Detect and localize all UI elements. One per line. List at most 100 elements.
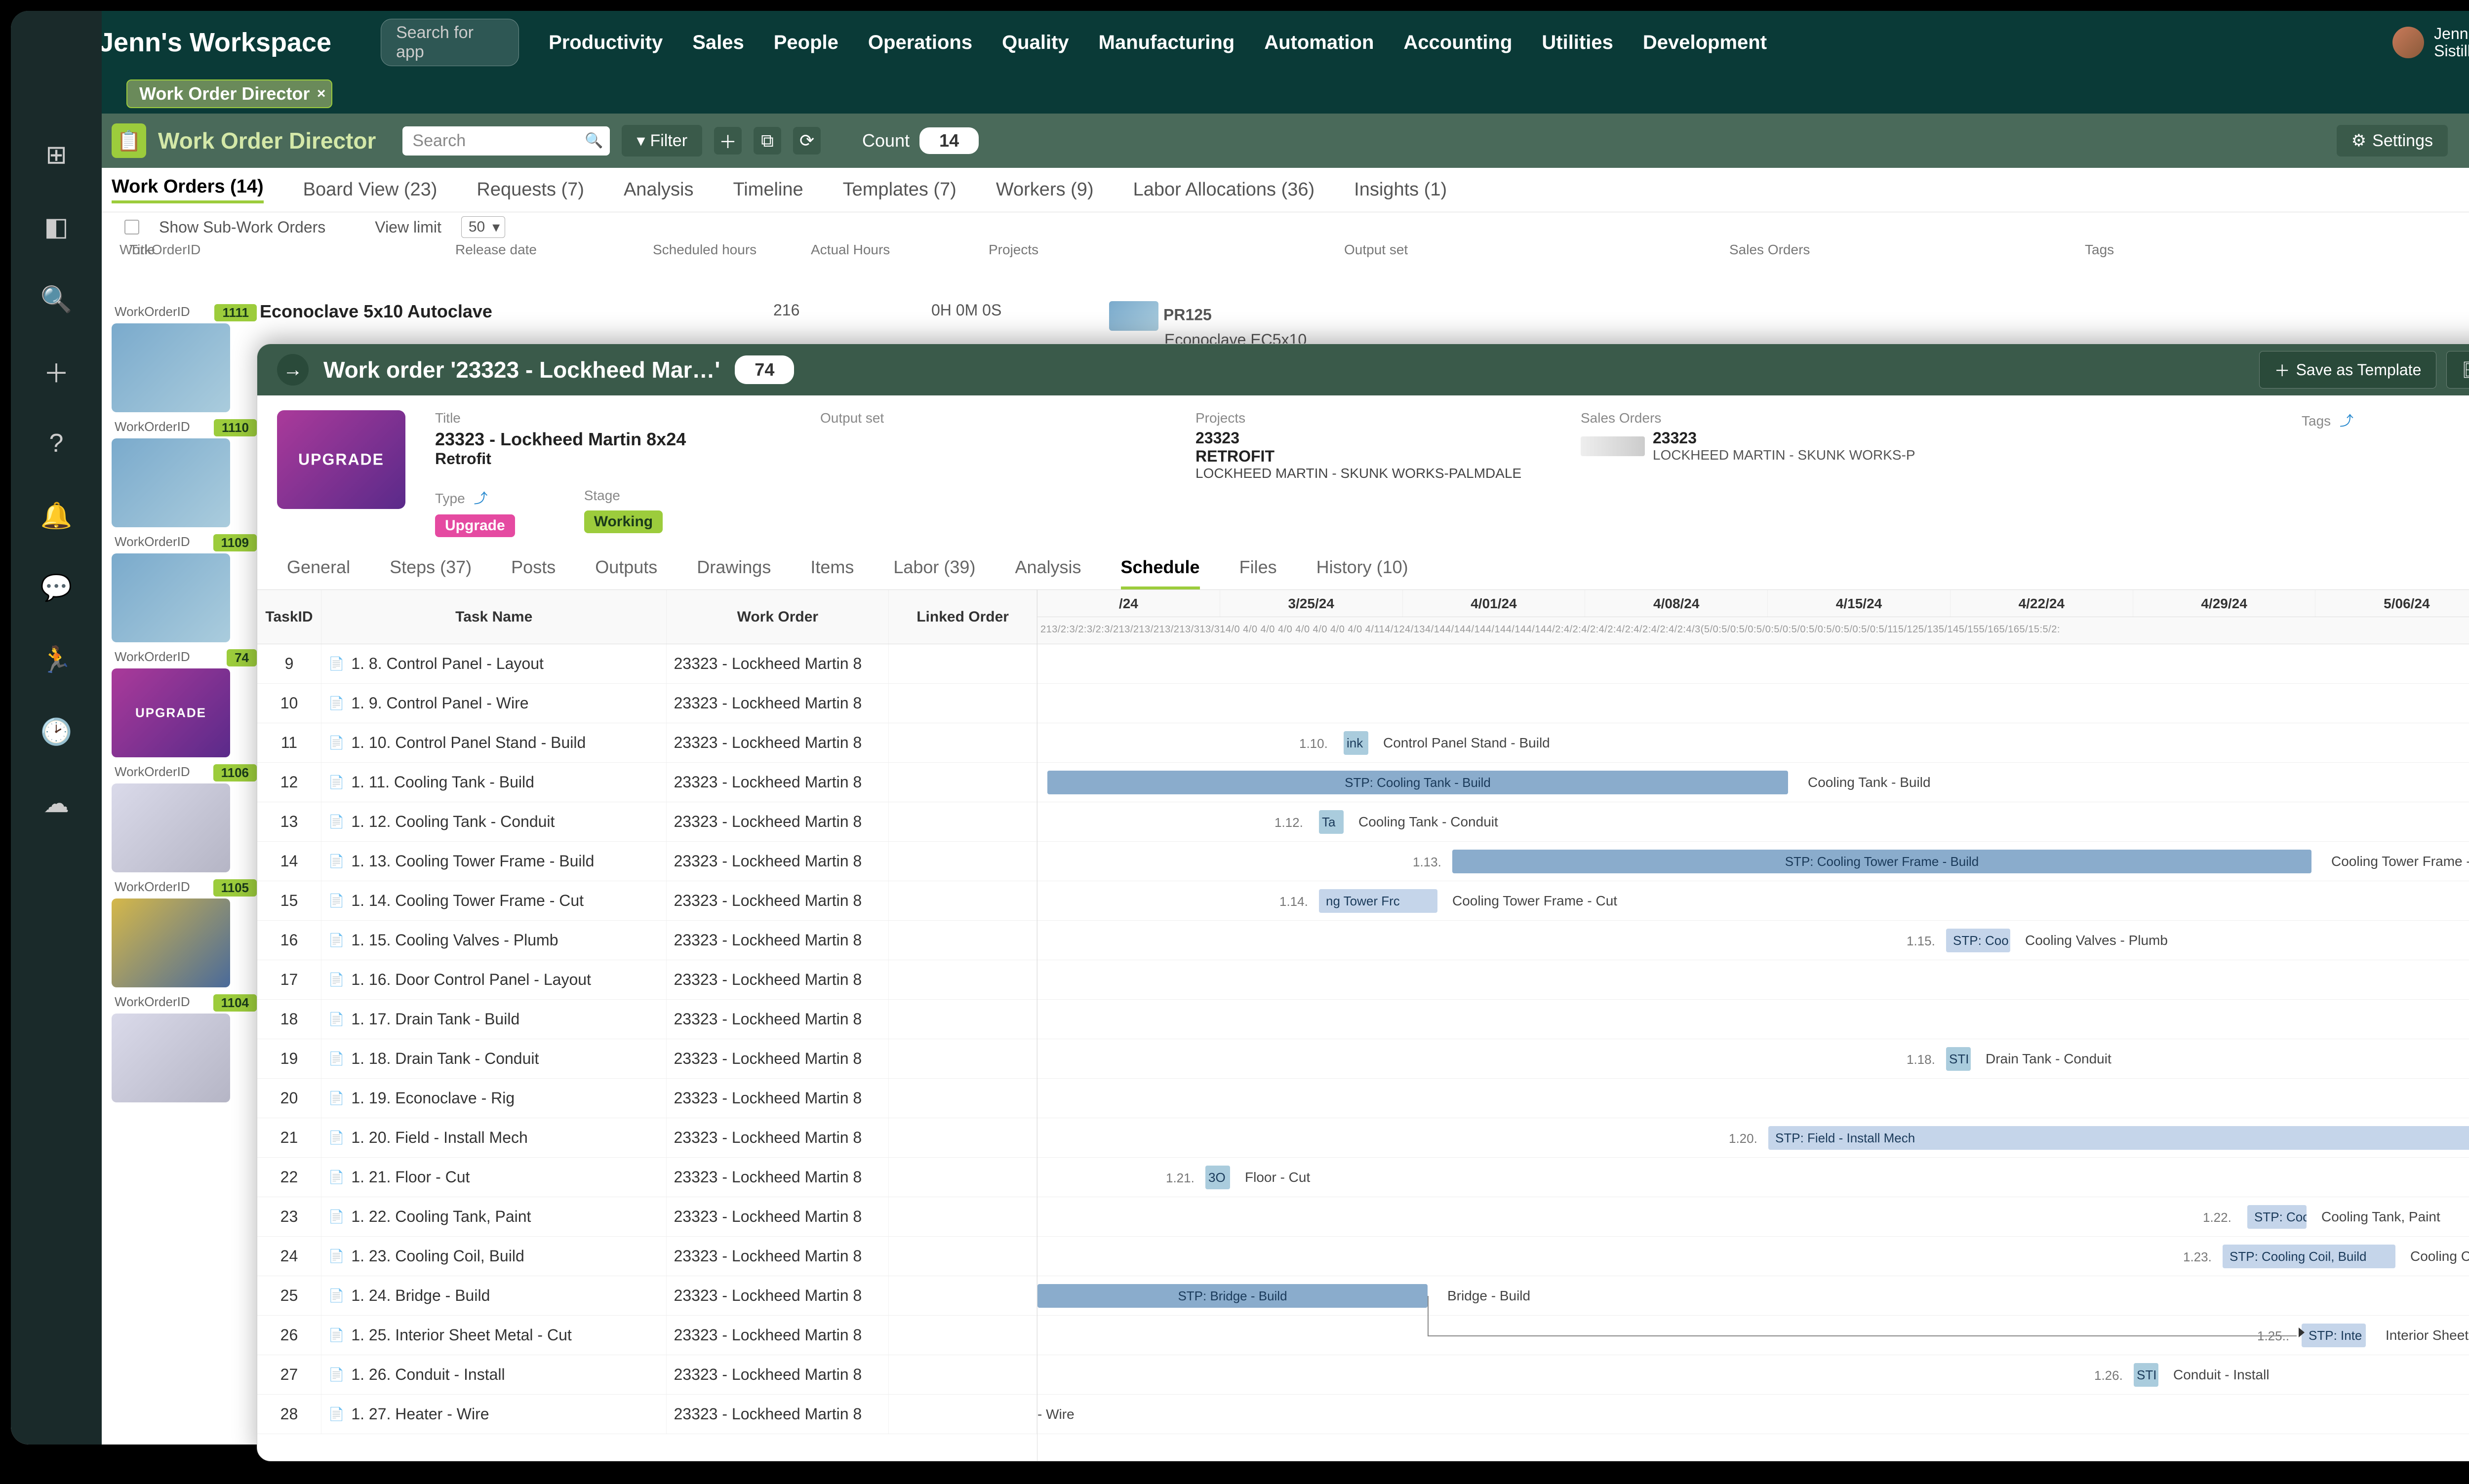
help-icon[interactable]: ? — [41, 429, 71, 458]
back-button[interactable]: → — [277, 354, 309, 386]
dir-tab[interactable]: Workers (9) — [996, 179, 1094, 200]
settings-button[interactable]: ⚙ Settings — [2337, 125, 2448, 156]
view-limit-select[interactable]: 50 — [461, 216, 505, 238]
copy-button[interactable]: ⧉ — [754, 127, 781, 155]
work-order-card[interactable]: WorkOrderID1106 — [112, 762, 260, 872]
save-as-template-button[interactable]: ＋ Save as Template — [2259, 351, 2437, 389]
detail-tab[interactable]: Outputs — [595, 557, 657, 589]
nav-operations[interactable]: Operations — [868, 32, 972, 54]
dashboard-icon[interactable]: ◧ — [41, 212, 71, 242]
gantt-task-row[interactable]: 25📄1. 24. Bridge - Build23323 - Lockheed… — [257, 1276, 1037, 1316]
tab-work-order-director[interactable]: Work Order Director× — [126, 79, 332, 108]
detail-tab[interactable]: Labor (39) — [893, 557, 975, 589]
user-menu[interactable]: Jennifer Sistilli — [2392, 25, 2469, 60]
nav-development[interactable]: Development — [1643, 32, 1767, 54]
detail-tab[interactable]: General — [287, 557, 350, 589]
nav-productivity[interactable]: Productivity — [549, 32, 663, 54]
search-icon[interactable]: 🔍 — [41, 284, 71, 314]
gantt-task-row[interactable]: 17📄1. 16. Door Control Panel - Layout233… — [257, 960, 1037, 1000]
gantt-task-row[interactable]: 14📄1. 13. Cooling Tower Frame - Build233… — [257, 842, 1037, 881]
gantt-task-row[interactable]: 12📄1. 11. Cooling Tank - Build23323 - Lo… — [257, 763, 1037, 802]
work-order-card[interactable]: WorkOrderID1104 — [112, 992, 260, 1102]
gantt-bar[interactable]: STP: Coc — [2247, 1205, 2307, 1229]
gantt-task-row[interactable]: 16📄1. 15. Cooling Valves - Plumb23323 - … — [257, 921, 1037, 960]
gantt-timeline[interactable]: /243/25/244/01/244/08/244/15/244/22/244/… — [1037, 590, 2469, 1461]
work-order-card[interactable]: WorkOrderID1105 — [112, 877, 260, 987]
gantt-bar[interactable]: STP: Cooling Tower Frame - Build — [1452, 850, 2311, 873]
gantt-task-row[interactable]: 26📄1. 25. Interior Sheet Metal - Cut2332… — [257, 1316, 1037, 1355]
gantt-task-row[interactable]: 15📄1. 14. Cooling Tower Frame - Cut23323… — [257, 881, 1037, 921]
gantt-task-row[interactable]: 18📄1. 17. Drain Tank - Build23323 - Lock… — [257, 1000, 1037, 1039]
first-wo-row[interactable]: Econoclave 5x10 Autoclave 216 0H 0M 0S P… — [260, 301, 2469, 351]
gantt-bar[interactable]: STI — [1946, 1047, 1971, 1071]
refresh-button[interactable]: ⟳ — [793, 127, 821, 155]
nav-accounting[interactable]: Accounting — [1403, 32, 1512, 54]
nav-quality[interactable]: Quality — [1002, 32, 1069, 54]
bell-icon[interactable]: 🔔 — [41, 501, 71, 530]
gantt-task-row[interactable]: 21📄1. 20. Field - Install Mech23323 - Lo… — [257, 1118, 1037, 1158]
gantt-task-row[interactable]: 23📄1. 22. Cooling Tank, Paint23323 - Loc… — [257, 1197, 1037, 1237]
detail-tab[interactable]: Items — [810, 557, 854, 589]
nav-manufacturing[interactable]: Manufacturing — [1099, 32, 1235, 54]
filter-button[interactable]: ▾ Filter — [622, 125, 702, 156]
archive-button[interactable]: 🗄 Archive — [2446, 351, 2469, 389]
plus-icon[interactable]: ＋ — [41, 356, 71, 386]
work-order-card[interactable]: WorkOrderID1111 — [112, 302, 260, 412]
run-icon[interactable]: 🏃 — [41, 645, 71, 674]
external-link-icon[interactable]: ⤴ — [474, 491, 487, 506]
gantt-task-row[interactable]: 10📄1. 9. Control Panel - Wire23323 - Loc… — [257, 684, 1037, 723]
gantt-task-row[interactable]: 13📄1. 12. Cooling Tank - Conduit23323 - … — [257, 802, 1037, 842]
detail-tab[interactable]: Analysis — [1015, 557, 1081, 589]
dir-tab[interactable]: Board View (23) — [303, 179, 438, 200]
gantt-bar[interactable]: 3O — [1205, 1166, 1230, 1189]
show-sub-checkbox[interactable] — [124, 220, 139, 234]
gantt-bar[interactable]: STP: Inte — [2302, 1324, 2366, 1347]
work-order-card[interactable]: WorkOrderID1110 — [112, 417, 260, 527]
dir-tab[interactable]: Timeline — [733, 179, 803, 200]
gantt-task-row[interactable]: 27📄1. 26. Conduit - Install23323 - Lockh… — [257, 1355, 1037, 1395]
clock-icon[interactable]: 🕑 — [41, 717, 71, 746]
gantt-task-row[interactable]: 24📄1. 23. Cooling Coil, Build23323 - Loc… — [257, 1237, 1037, 1276]
dir-tab[interactable]: Analysis — [624, 179, 694, 200]
director-search-input[interactable]: Search — [402, 126, 610, 156]
detail-tab[interactable]: History (10) — [1316, 557, 1408, 589]
gantt-bar[interactable]: STP: Coo — [1946, 929, 2010, 952]
detail-tab[interactable]: Posts — [511, 557, 556, 589]
gantt-bar[interactable]: ng Tower Frc — [1319, 889, 1437, 913]
search-app-input[interactable]: Search for app — [381, 19, 519, 66]
dir-tab[interactable]: Labor Allocations (36) — [1133, 179, 1315, 200]
external-link-icon[interactable]: ⤴ — [2340, 413, 2353, 429]
cloud-upload-icon[interactable]: ☁ — [41, 789, 71, 819]
gantt-task-row[interactable]: 19📄1. 18. Drain Tank - Conduit23323 - Lo… — [257, 1039, 1037, 1079]
nav-sales[interactable]: Sales — [692, 32, 744, 54]
gantt-task-row[interactable]: 22📄1. 21. Floor - Cut23323 - Lockheed Ma… — [257, 1158, 1037, 1197]
gantt-task-row[interactable]: 11📄1. 10. Control Panel Stand - Build233… — [257, 723, 1037, 763]
gantt-bar[interactable]: STI — [2134, 1363, 2158, 1387]
chat-icon[interactable]: 💬 — [41, 573, 71, 602]
detail-tab[interactable]: Files — [1239, 557, 1277, 589]
dir-tab[interactable]: Insights (1) — [1354, 179, 1447, 200]
nav-utilities[interactable]: Utilities — [1542, 32, 1613, 54]
gantt-bar[interactable]: STP: Cooling Tank - Build — [1047, 771, 1788, 794]
gantt-bar[interactable]: STP: Cooling Coil, Build — [2223, 1245, 2395, 1268]
gantt-task-row[interactable]: 20📄1. 19. Econoclave - Rig23323 - Lockhe… — [257, 1079, 1037, 1118]
nav-people[interactable]: People — [774, 32, 838, 54]
detail-tab[interactable]: Steps (37) — [390, 557, 472, 589]
nav-automation[interactable]: Automation — [1264, 32, 1374, 54]
gantt-task-row[interactable]: 28📄1. 27. Heater - Wire23323 - Lockheed … — [257, 1395, 1037, 1434]
work-order-card[interactable]: WorkOrderID1109 — [112, 532, 260, 642]
dir-tab[interactable]: Templates (7) — [843, 179, 956, 200]
dir-tab[interactable]: Work Orders (14) — [112, 176, 264, 203]
gantt-bar[interactable]: STP: Field - Install Mech — [1768, 1126, 2469, 1150]
gantt-bar[interactable]: ink — [1344, 731, 1368, 755]
gantt-task-row[interactable]: 9📄1. 8. Control Panel - Layout23323 - Lo… — [257, 644, 1037, 684]
work-order-card[interactable]: WorkOrderID74 — [112, 647, 260, 757]
apps-grid-icon[interactable]: ⊞ — [41, 140, 71, 170]
gantt-bar[interactable]: STP: Bridge - Build — [1037, 1284, 1428, 1308]
close-tab-icon[interactable]: × — [317, 85, 326, 102]
detail-tab[interactable]: Schedule — [1121, 557, 1200, 589]
detail-tab[interactable]: Drawings — [697, 557, 771, 589]
gantt-bar[interactable]: Ta — [1319, 810, 1344, 834]
add-button[interactable]: ＋ — [714, 127, 742, 155]
dir-tab[interactable]: Requests (7) — [477, 179, 584, 200]
